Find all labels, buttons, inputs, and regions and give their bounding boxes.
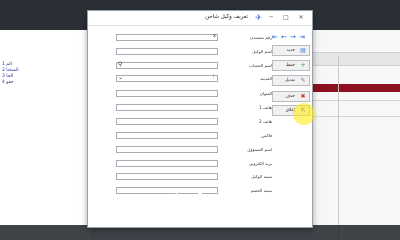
background-left-panel: 1 الم 2 الشحنا 3 الحا 4 حقو xyxy=(0,30,93,240)
field-label-4: المدينة xyxy=(260,76,272,81)
new-icon: ▤ xyxy=(300,47,306,54)
brand-watermark: معارف xyxy=(158,188,231,213)
chevron-down-icon[interactable]: ⌄ xyxy=(118,74,123,81)
delete-icon: ✖ xyxy=(300,93,306,100)
field-input-6[interactable] xyxy=(116,104,218,111)
search-icon[interactable]: ⚲ xyxy=(118,61,122,68)
field-label-9: اسم المسؤول xyxy=(247,147,272,152)
last-record-icon[interactable]: ⇥ xyxy=(299,33,305,41)
background-column-divider xyxy=(338,56,339,240)
field-label-1: رقم مستندن xyxy=(250,35,272,40)
field-input-9[interactable] xyxy=(116,146,218,153)
background-grid-line xyxy=(312,100,400,101)
field-input-5[interactable] xyxy=(116,90,218,97)
background-grid-line xyxy=(312,116,400,117)
field-label-8: فاكس xyxy=(261,133,272,138)
field-input-7[interactable] xyxy=(116,118,218,125)
save-button[interactable]: + حفظ xyxy=(272,60,310,71)
background-right-toolbar xyxy=(312,52,400,66)
field-input-10[interactable] xyxy=(116,160,218,167)
field-label-11: نسبة الوكيل xyxy=(251,174,272,179)
field-label-10: بريد الكتروني xyxy=(248,161,272,166)
field-label-2: اسم الوكيل xyxy=(252,49,272,54)
field-input-1[interactable]: x xyxy=(116,33,218,41)
field-marker: x xyxy=(213,33,216,39)
delete-button[interactable]: ✖ حذف xyxy=(272,91,310,102)
edit-button[interactable]: ✎ تعديل xyxy=(272,75,310,86)
field-label-5: العنوان xyxy=(259,91,272,96)
field-input-2[interactable] xyxy=(116,48,218,55)
background-selected-row xyxy=(312,84,400,92)
button-label: تعديل xyxy=(285,78,295,83)
airplane-icon: ✈ xyxy=(255,13,262,22)
window-title: تعريف وكيل شاحن xyxy=(205,14,248,20)
field-input-11[interactable] xyxy=(116,173,218,180)
new-button[interactable]: ▤ جديد xyxy=(272,45,310,56)
first-record-icon[interactable]: ⇤ xyxy=(272,33,278,41)
field-label-3: اسم الحساب xyxy=(249,63,272,68)
field-input-8[interactable] xyxy=(116,132,218,139)
title-bar[interactable]: ✈ تعريف وكيل شاحن ─ □ ✕ xyxy=(88,11,312,26)
close-button[interactable]: ✕ xyxy=(296,13,306,23)
field-label-6: هاتف 1 xyxy=(259,105,272,110)
cursor-highlight xyxy=(293,103,315,125)
field-label-7: هاتف 2 xyxy=(259,119,272,124)
bg-line-4: 4 حقو xyxy=(2,80,14,85)
button-label: جديد xyxy=(286,48,295,53)
button-label: حفظ xyxy=(286,63,295,68)
field-input-4[interactable]: ⌄ ⋮ xyxy=(116,74,218,82)
save-icon: + xyxy=(300,62,306,69)
minimize-button[interactable]: ─ xyxy=(266,13,276,23)
field-input-3[interactable]: ⚲ xyxy=(116,61,218,69)
previous-record-icon[interactable]: ← xyxy=(281,33,287,41)
button-label: حذف xyxy=(285,94,295,99)
field-label-12: نسبة الخصم xyxy=(250,188,272,193)
edit-icon: ✎ xyxy=(300,77,306,84)
dropdown-handle-icon: ⋮ xyxy=(211,74,216,80)
next-record-icon[interactable]: → xyxy=(290,33,296,41)
maximize-button[interactable]: □ xyxy=(281,13,291,23)
